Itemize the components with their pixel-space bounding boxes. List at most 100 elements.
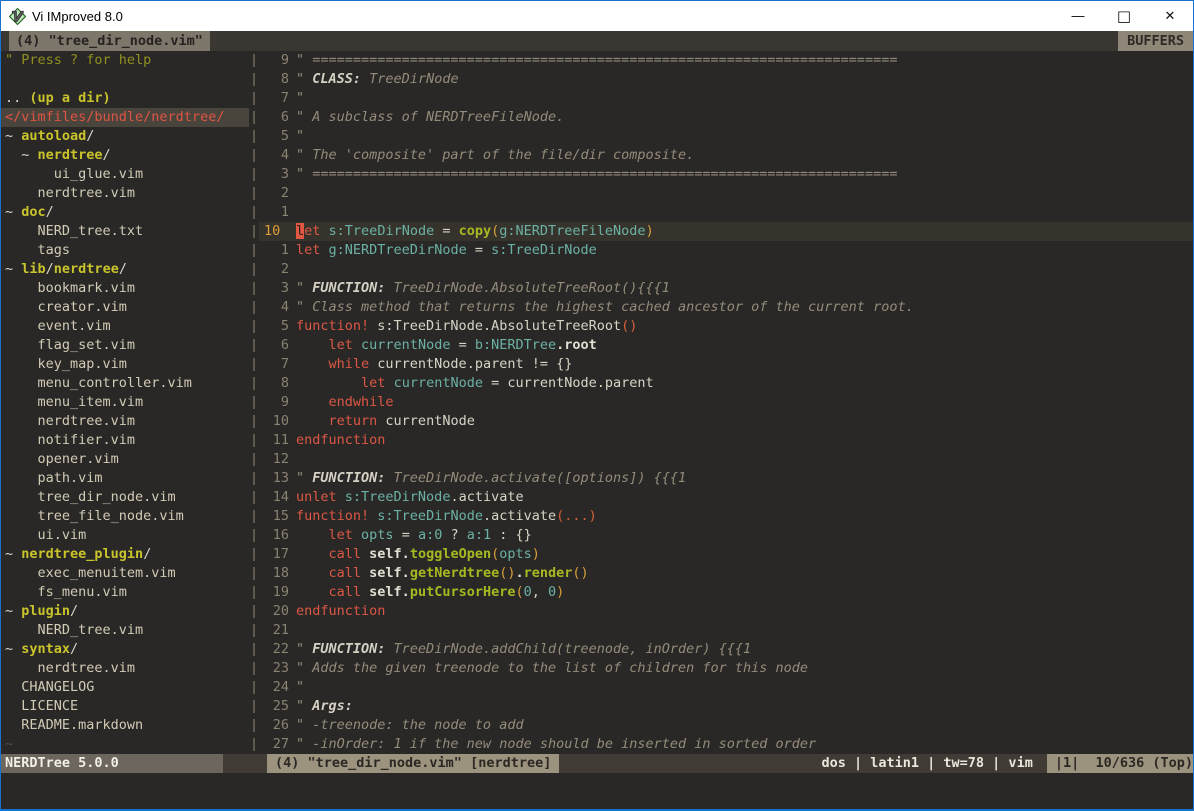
code-line[interactable]: 6" A subclass of NERDTreeFileNode.	[259, 108, 1193, 127]
code-line[interactable]: 9" =====================================…	[259, 51, 1193, 70]
code-line[interactable]: 5"	[259, 127, 1193, 146]
line-number: 23	[259, 659, 296, 678]
token-p: )	[556, 584, 564, 600]
code-line[interactable]: 27" -inOrder: 1 if the new node should b…	[259, 735, 1193, 754]
tree-item[interactable]: flag_set.vim	[1, 336, 249, 355]
code-line[interactable]: 8" CLASS: TreeDirNode	[259, 70, 1193, 89]
tree-item[interactable]: menu_controller.vim	[1, 374, 249, 393]
token-k: let	[361, 375, 385, 391]
tree-item[interactable]: tree_dir_node.vim	[1, 488, 249, 507]
code-line[interactable]: 24"	[259, 678, 1193, 697]
tree-item[interactable]: ui.vim	[1, 526, 249, 545]
code-line[interactable]: 22" FUNCTION: TreeDirNode.addChild(treen…	[259, 640, 1193, 659]
token-p: ()	[499, 565, 515, 581]
code-line[interactable]: 21	[259, 621, 1193, 640]
token-cb: FUNCTION:	[312, 470, 385, 486]
tree-item-selected[interactable]: </vimfiles/bundle/nerdtree/	[1, 108, 249, 127]
tree-item[interactable]: exec_menuitem.vim	[1, 564, 249, 583]
tree-item[interactable]: event.vim	[1, 317, 249, 336]
token-k: while	[329, 356, 370, 372]
code-line[interactable]: 8 let currentNode = currentNode.parent	[259, 374, 1193, 393]
tree-item[interactable]: menu_item.vim	[1, 393, 249, 412]
tree-item[interactable]: ~ doc/	[1, 203, 249, 222]
code-line[interactable]: 7"	[259, 89, 1193, 108]
token-n	[385, 375, 393, 391]
code-line[interactable]: 6 let currentNode = b:NERDTree.root	[259, 336, 1193, 355]
tree-item[interactable]: bookmark.vim	[1, 279, 249, 298]
tree-item[interactable]: ~ nerdtree_plugin/	[1, 545, 249, 564]
close-button[interactable]: ✕	[1147, 1, 1193, 31]
token-dir: plugin	[21, 603, 70, 619]
minimize-button[interactable]: ―	[1055, 1, 1101, 31]
code-line[interactable]: 9 endwhile	[259, 393, 1193, 412]
token-w: /	[46, 261, 54, 277]
tree-item[interactable]: ~ nerdtree/	[1, 146, 249, 165]
tree-item[interactable]: ui_glue.vim	[1, 165, 249, 184]
tree-item[interactable]: ~ lib/nerdtree/	[1, 260, 249, 279]
line-number: 3	[259, 165, 296, 184]
tree-item[interactable]: ~ syntax/	[1, 640, 249, 659]
tree-item[interactable]: creator.vim	[1, 298, 249, 317]
token-k: function!	[296, 318, 369, 334]
code-text: "	[296, 678, 304, 697]
code-line[interactable]: 4" Class method that returns the highest…	[259, 298, 1193, 317]
tree-item[interactable]: .. (up a dir)	[1, 89, 249, 108]
tree-item[interactable]: NERD_tree.vim	[1, 621, 249, 640]
tree-item[interactable]: " Press ? for help	[1, 51, 249, 70]
tree-item[interactable]: opener.vim	[1, 450, 249, 469]
code-line[interactable]: 17 call self.toggleOpen(opts)	[259, 545, 1193, 564]
tab-tree-dir-node[interactable]: (4) "tree_dir_node.vim"	[9, 31, 210, 51]
tree-item[interactable]	[1, 70, 249, 89]
statusline: NERDTree 5.0.0 (4) "tree_dir_node.vim" […	[1, 754, 1193, 773]
tree-item[interactable]: tree_file_node.vim	[1, 507, 249, 526]
window-separator[interactable]	[249, 51, 259, 754]
code-line[interactable]: 20endfunction	[259, 602, 1193, 621]
code-line[interactable]: 15function! s:TreeDirNode.activate(...)	[259, 507, 1193, 526]
tree-item[interactable]: ~ autoload/	[1, 127, 249, 146]
tree-item[interactable]: CHANGELOG	[1, 678, 249, 697]
code-line[interactable]: 11endfunction	[259, 431, 1193, 450]
vim-window: Vi IMproved 8.0 ― □ ✕ (4) "tree_dir_node…	[0, 0, 1194, 811]
tree-item[interactable]: LICENCE	[1, 697, 249, 716]
code-line[interactable]: 3" =====================================…	[259, 165, 1193, 184]
code-line[interactable]: 12	[259, 450, 1193, 469]
line-number: 7	[259, 355, 296, 374]
code-line[interactable]: 1	[259, 203, 1193, 222]
code-line[interactable]: 2	[259, 260, 1193, 279]
tree-item[interactable]: path.vim	[1, 469, 249, 488]
code-line[interactable]: 2	[259, 184, 1193, 203]
code-line[interactable]: 7 while currentNode.parent != {}	[259, 355, 1193, 374]
tree-item[interactable]: ~ plugin/	[1, 602, 249, 621]
code-line[interactable]: 10 return currentNode	[259, 412, 1193, 431]
code-line[interactable]: 23" Adds the given treenode to the list …	[259, 659, 1193, 678]
code-line[interactable]: 19 call self.putCursorHere(0, 0)	[259, 583, 1193, 602]
tree-item[interactable]: NERD_tree.txt	[1, 222, 249, 241]
code-line[interactable]: 25" Args:	[259, 697, 1193, 716]
tree-item[interactable]: notifier.vim	[1, 431, 249, 450]
tree-item[interactable]: nerdtree.vim	[1, 412, 249, 431]
code-line[interactable]: 18 call self.getNerdtree().render()	[259, 564, 1193, 583]
tree-item[interactable]: tags	[1, 241, 249, 260]
tree-item[interactable]: README.markdown	[1, 716, 249, 735]
code-line[interactable]: 5function! s:TreeDirNode.AbsoluteTreeRoo…	[259, 317, 1193, 336]
code-line[interactable]: 3" FUNCTION: TreeDirNode.AbsoluteTreeRoo…	[259, 279, 1193, 298]
code-line[interactable]: 1let g:NERDTreeDirNode = s:TreeDirNode	[259, 241, 1193, 260]
buffers-tab[interactable]: BUFFERS	[1118, 31, 1193, 51]
tree-item[interactable]: key_map.vim	[1, 355, 249, 374]
token-file: CHANGELOG	[5, 679, 94, 695]
code-text: let currentNode = b:NERDTree.root	[296, 336, 597, 355]
code-line[interactable]: 26" -treenode: the node to add	[259, 716, 1193, 735]
maximize-button[interactable]: □	[1101, 1, 1147, 31]
code-line[interactable]: 16 let opts = a:0 ? a:1 : {}	[259, 526, 1193, 545]
code-line-cursor[interactable]: 10let s:TreeDirNode = copy(g:NERDTreeFil…	[259, 222, 1193, 241]
code-line[interactable]: 14unlet s:TreeDirNode.activate	[259, 488, 1193, 507]
code-line[interactable]: 13" FUNCTION: TreeDirNode.activate([opti…	[259, 469, 1193, 488]
statusline-gap	[223, 754, 267, 773]
tree-item[interactable]: nerdtree.vim	[1, 659, 249, 678]
tree-item[interactable]: fs_menu.vim	[1, 583, 249, 602]
command-line[interactable]	[1, 773, 1193, 809]
tree-item[interactable]: nerdtree.vim	[1, 184, 249, 203]
tree-item[interactable]: ~	[1, 735, 249, 754]
token-c: " Class method that returns the highest …	[296, 299, 914, 315]
code-line[interactable]: 4" The 'composite' part of the file/dir …	[259, 146, 1193, 165]
